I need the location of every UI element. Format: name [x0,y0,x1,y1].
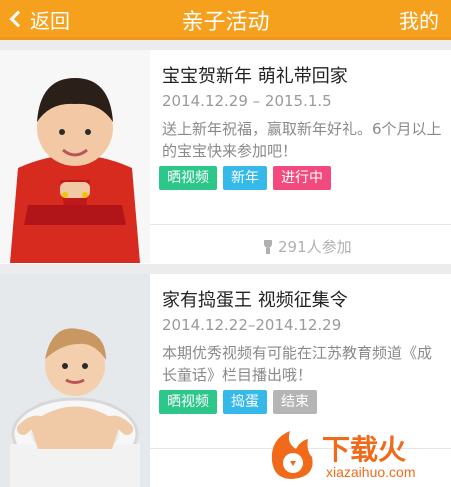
tag: 新年 [223,166,267,190]
activity-card[interactable]: 宝宝贺新年 萌礼带回家 2014.12.29 – 2015.1.5 送上新年祝福… [0,50,451,264]
child-on-toilet-image [0,274,150,487]
mine-button[interactable]: 我的 [399,5,439,34]
watermark-logo: 下载火 xiazaihuo.com [260,421,445,481]
tag-list: 晒视频 新年 进行中 [159,166,331,190]
activity-thumbnail [0,274,150,487]
status-badge: 结束 [273,390,317,414]
tag: 捣蛋 [223,390,267,414]
divider [150,224,451,225]
trophy-icon [262,239,274,254]
tag: 晒视频 [159,166,217,190]
status-badge: 进行中 [273,166,331,190]
activity-date: 2014.12.29 – 2015.1.5 [162,92,332,110]
top-bar: 返回 亲子活动 我的 [0,0,451,40]
activity-description: 送上新年祝福，赢取新年好礼。6个月以上的宝宝快来参加吧！ [162,120,442,160]
tag-list: 晒视频 捣蛋 结束 [159,390,317,414]
participants-count: 291人参加 [262,236,352,257]
participants-label: 291人参加 [278,238,352,256]
tag: 晒视频 [159,390,217,414]
activity-title: 家有捣蛋王 视频征集令 [162,290,348,311]
fire-logo-icon: 下载火 xiazaihuo.com [271,431,416,480]
activity-date: 2014.12.22–2014.12.29 [162,316,342,334]
activity-title: 宝宝贺新年 萌礼带回家 [162,66,348,87]
page-title: 亲子活动 [181,10,270,35]
child-in-red-costume-image [0,50,150,263]
activity-thumbnail [0,50,150,263]
activity-description: 本期优秀视频有可能在江苏教育频道《成长童话》栏目播出哦！ [162,344,433,384]
svg-text:xiazaihuo.com: xiazaihuo.com [326,464,416,480]
svg-text:下载火: 下载火 [322,434,406,465]
